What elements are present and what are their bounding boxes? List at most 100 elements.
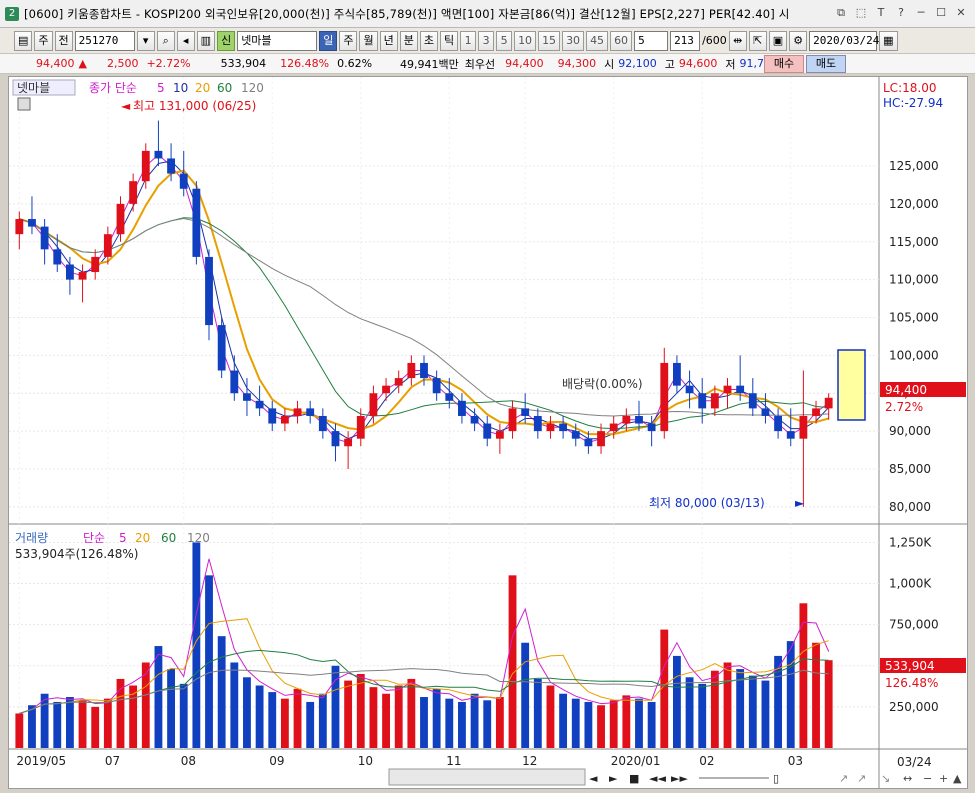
period-main-select[interactable]: 주 xyxy=(34,30,53,51)
interval-45-button[interactable]: 45 xyxy=(586,30,609,51)
calendar-icon[interactable]: ▦ xyxy=(879,30,898,51)
interval-input[interactable]: 5 xyxy=(634,30,669,51)
volume-bar xyxy=(812,642,820,748)
maximize-icon[interactable]: ☐ xyxy=(933,5,949,21)
zoom-icon[interactable]: ⇹ xyxy=(728,30,747,51)
period-second-button[interactable]: 초 xyxy=(419,30,438,51)
close-icon[interactable]: ✕ xyxy=(953,5,969,21)
volume-legend-name: 거래량 xyxy=(15,531,48,545)
candle-body xyxy=(53,249,62,265)
minimize-icon[interactable]: ─ xyxy=(913,5,929,21)
volume-bar xyxy=(495,697,504,748)
best-bid-price: 94,300 xyxy=(557,57,597,70)
volume-bar xyxy=(91,706,100,748)
volume-bar xyxy=(761,680,770,748)
move-icon[interactable]: ↔ xyxy=(903,772,912,785)
candle-body xyxy=(660,362,669,432)
search-icon[interactable]: ⌕ xyxy=(156,30,175,51)
best-ask-price: 94,400 xyxy=(505,57,544,70)
last-pct-tag: 2.72% xyxy=(885,400,923,414)
stock-chart[interactable]: 125,000 120,000 115,000 110,000 105,000 100,0… xyxy=(9,77,967,788)
period-tick-button[interactable]: 틱 xyxy=(439,30,459,51)
rewind-icon[interactable]: ◄◄ xyxy=(649,772,666,785)
text-icon[interactable]: T xyxy=(873,5,889,21)
period-year-button[interactable]: 년 xyxy=(379,30,398,51)
candle-body xyxy=(129,181,138,204)
high-price: 94,600 xyxy=(678,57,718,70)
scroll-right-icon[interactable]: ► xyxy=(609,772,618,785)
candle-body xyxy=(622,415,631,424)
interval-1-button[interactable]: 1 xyxy=(460,30,477,51)
layout-icon[interactable]: ▤ xyxy=(14,30,33,51)
settings-icon[interactable]: ⚙ xyxy=(789,30,808,51)
x-axis-right-label: 03/24 xyxy=(897,755,932,769)
volume-bar xyxy=(28,705,36,748)
volume-legend-ma5: 5 xyxy=(119,531,127,545)
count-input[interactable]: 213 xyxy=(670,30,701,51)
volume-bar xyxy=(685,677,694,748)
expand-icon[interactable]: ▲ xyxy=(953,772,962,785)
reset-icon[interactable]: ⇱ xyxy=(748,30,767,51)
candle-body xyxy=(799,415,808,439)
volume-bar xyxy=(533,678,542,748)
date-input[interactable]: 2020/03/24 xyxy=(809,30,879,51)
buy-button[interactable]: 매수 xyxy=(764,55,804,73)
fast-forward-icon[interactable]: ►► xyxy=(671,772,688,785)
link-icon[interactable]: ⧉ xyxy=(833,5,849,21)
volume-bar xyxy=(622,695,631,748)
interval-60-button[interactable]: 60 xyxy=(610,30,633,51)
low-label: 저 xyxy=(725,57,736,71)
scroll-left-icon[interactable]: ◄ xyxy=(589,772,598,785)
stock-code-input[interactable]: 251270 xyxy=(74,30,135,51)
volume-bar xyxy=(103,698,112,748)
volume-bar xyxy=(673,655,681,748)
zoom-slider-thumb-icon[interactable]: ▯ xyxy=(773,772,779,785)
volume-legend-type: 단순 xyxy=(83,531,105,545)
horizontal-scrollbar[interactable] xyxy=(388,768,586,786)
help-icon[interactable]: ? xyxy=(893,5,909,21)
period-minute-button[interactable]: 분 xyxy=(399,30,418,51)
stock-name-field: 넷마블 xyxy=(237,30,318,51)
up-arrow-icon: ▲ xyxy=(78,57,87,70)
stop-icon[interactable]: ■ xyxy=(629,772,639,785)
volume-bar xyxy=(382,693,390,748)
interval-30-button[interactable]: 30 xyxy=(562,30,585,51)
sell-button[interactable]: 매도 xyxy=(806,55,846,73)
volume-legend-ma20: 20 xyxy=(135,531,150,545)
chart-type-icon[interactable]: ▥ xyxy=(196,30,216,51)
speaker-icon[interactable]: ◂ xyxy=(176,30,195,51)
interval-3-button[interactable]: 3 xyxy=(478,30,495,51)
volume-bar xyxy=(318,693,327,748)
hc-label: HC:-27.94 xyxy=(883,96,943,110)
line-tool-icon[interactable]: ↗ xyxy=(857,772,866,785)
interval-5-button[interactable]: 5 xyxy=(496,30,513,51)
period-prev-button[interactable]: 전 xyxy=(54,30,73,51)
interval-10-button[interactable]: 10 xyxy=(514,30,537,51)
x-axis-label: 10 xyxy=(358,754,373,768)
period-week-button[interactable]: 주 xyxy=(339,30,358,51)
zoom-in-icon[interactable]: + xyxy=(939,772,948,785)
volume-bar xyxy=(483,700,492,748)
period-month-button[interactable]: 월 xyxy=(359,30,378,51)
text-tool-icon[interactable]: ↘ xyxy=(881,772,890,785)
draw-tool-icon[interactable]: ↗ xyxy=(839,772,848,785)
window-titlebar: 2 [0600] 키움종합차트 - KOSPI200 외국인보유[20,000(… xyxy=(0,0,975,28)
interval-15-button[interactable]: 15 xyxy=(538,30,561,51)
candle-body xyxy=(65,264,74,280)
volume-bar xyxy=(65,697,74,748)
candle-body xyxy=(205,256,213,326)
candle-body xyxy=(154,150,163,159)
grid-toggle-icon[interactable] xyxy=(17,97,31,111)
candle-body xyxy=(116,203,125,235)
volume-bar xyxy=(609,700,618,748)
pin-icon[interactable]: ⬚ xyxy=(853,5,869,21)
volume-legend-ma60: 60 xyxy=(161,531,176,545)
volume-y-tick: 750,000 xyxy=(889,618,939,632)
code-dropdown-icon[interactable]: ▾ xyxy=(136,30,155,51)
period-day-button[interactable]: 일 xyxy=(319,30,338,51)
zoom-out-icon[interactable]: − xyxy=(923,772,932,785)
legend-ma60: 60 xyxy=(217,81,232,95)
volume-bar xyxy=(597,705,605,748)
chart-area[interactable]: 125,000 120,000 115,000 110,000 105,000 100,0… xyxy=(8,76,968,789)
save-icon[interactable]: ▣ xyxy=(768,30,788,51)
